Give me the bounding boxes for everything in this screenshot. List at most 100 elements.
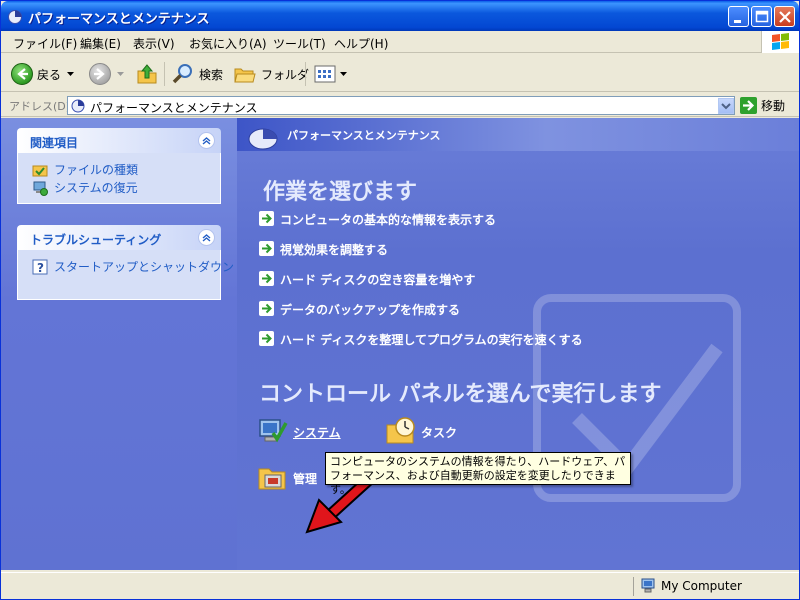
menu-edit[interactable]: 編集(E) [80, 35, 121, 52]
cp-system[interactable]: システム [257, 415, 367, 447]
menu-favorites[interactable]: お気に入り(A) [189, 35, 267, 52]
chevron-down-icon [721, 103, 731, 110]
toolbar-separator [164, 62, 165, 86]
toolbar-separator [305, 62, 306, 86]
go-arrow-icon [740, 97, 757, 114]
windows-flag-icon [772, 33, 789, 50]
search-label: 検索 [199, 67, 224, 82]
related-topics-body: ファイルの種類 システムの復元 [17, 153, 221, 204]
maximize-button[interactable] [751, 6, 772, 27]
file-types-icon [32, 165, 48, 177]
system-tooltip: コンピュータのシステムの情報を得たり、ハードウェア、パフォーマンス、および自動更… [325, 452, 631, 496]
cp-scheduled-tasks[interactable]: タスク [385, 415, 495, 447]
views-icon [314, 65, 336, 83]
performance-icon [248, 128, 278, 150]
task-arrow-icon [259, 301, 274, 316]
close-button[interactable] [774, 6, 795, 27]
minimize-button[interactable] [728, 6, 749, 27]
address-input[interactable]: パフォーマンスとメンテナンス [67, 96, 735, 115]
go-button[interactable]: 移動 [740, 97, 785, 114]
troubleshooting-body: ? スタートアップとシャットダウン [17, 250, 234, 300]
banner-title: パフォーマンスとメンテナンス [287, 129, 441, 142]
go-label: 移動 [761, 99, 786, 113]
dropdown-arrow-icon [340, 71, 347, 76]
menu-view[interactable]: 表示(V) [133, 35, 175, 52]
sidebar-item-system-restore[interactable]: システムの復元 [18, 179, 220, 197]
scheduled-tasks-icon [386, 417, 415, 444]
dropdown-arrow-icon [117, 71, 124, 76]
troubleshooting-header[interactable]: トラブルシューティング [17, 225, 221, 250]
back-button[interactable]: 戻る [11, 62, 75, 86]
address-value: パフォーマンスとメンテナンス [90, 101, 258, 115]
address-label: アドレス(D) [9, 100, 71, 113]
close-icon [779, 11, 791, 23]
sidebar-item-label: スタートアップとシャットダウン [54, 260, 235, 274]
task-label: データのバックアップを作成する [280, 303, 461, 317]
troubleshooting-title: トラブルシューティング [30, 233, 162, 247]
content-area: 関連項目 ファイルの種類 システムの復元 トラブルシューティング ? スタートア… [1, 118, 799, 570]
menu-file[interactable]: ファイル(F) [13, 35, 77, 52]
folders-icon [234, 68, 256, 83]
folders-label: フォルダ [261, 67, 310, 82]
status-divider [633, 577, 634, 596]
system-icon [259, 419, 288, 443]
maximize-icon [755, 10, 769, 23]
views-button[interactable] [313, 62, 347, 86]
window-title: パフォーマンスとメンテナンス [28, 12, 210, 27]
task-arrow-icon [259, 271, 274, 286]
related-topics-header[interactable]: 関連項目 [17, 128, 221, 153]
sidebar-item-label: システムの復元 [54, 181, 138, 195]
troubleshooting-panel: トラブルシューティング ? スタートアップとシャットダウン [17, 225, 234, 300]
left-task-pane: 関連項目 ファイルの種類 システムの復元 トラブルシューティング ? スタートア… [1, 118, 237, 570]
back-label: 戻る [37, 67, 62, 82]
pick-control-panel-heading: コントロール パネルを選んで実行します [259, 382, 662, 407]
cp-label: システム [293, 426, 341, 440]
back-arrow-icon [11, 63, 33, 85]
collapse-button[interactable] [198, 132, 215, 149]
status-bar: My Computer [1, 572, 799, 599]
performance-icon [8, 10, 22, 24]
forward-button[interactable] [89, 62, 124, 86]
svg-text:?: ? [37, 261, 44, 275]
search-icon [172, 64, 192, 84]
task-label: ハード ディスクの空き容量を増やす [280, 273, 476, 287]
sidebar-item-startup-shutdown[interactable]: ? スタートアップとシャットダウン [18, 258, 234, 276]
task-label: 視覚効果を調整する [280, 243, 389, 257]
sidebar-item-file-types[interactable]: ファイルの種類 [18, 161, 220, 179]
up-folder-button[interactable] [135, 62, 159, 86]
task-arrow-icon [259, 211, 274, 226]
status-zone: My Computer [661, 579, 742, 593]
address-bar: アドレス(D) パフォーマンスとメンテナンス 移動 [1, 93, 799, 117]
windows-logo [761, 31, 799, 53]
cp-label: タスク [421, 426, 458, 440]
dropdown-arrow-icon [67, 71, 75, 76]
menu-bar: ファイル(F) 編集(E) 表示(V) お気に入り(A) ツール(T) ヘルプ(… [1, 31, 799, 53]
my-computer-icon [641, 578, 655, 593]
task-label: コンピュータの基本的な情報を表示する [280, 213, 497, 227]
title-bar[interactable]: パフォーマンスとメンテナンス [1, 1, 799, 31]
related-topics-title: 関連項目 [30, 136, 79, 150]
pick-task-heading: 作業を選びます [263, 180, 418, 205]
help-icon: ? [32, 259, 48, 275]
forward-arrow-icon [89, 63, 111, 85]
task-label: ハード ディスクを整理してプログラムの実行を速くする [280, 333, 583, 347]
up-folder-icon [137, 64, 157, 84]
explorer-window: パフォーマンスとメンテナンス ファイル(F) 編集(E) 表示(V) お気に入り… [0, 0, 800, 600]
collapse-button[interactable] [198, 229, 215, 246]
task-arrow-icon [259, 331, 274, 346]
minimize-icon [734, 20, 741, 23]
address-dropdown-button[interactable] [718, 98, 734, 114]
menu-tools[interactable]: ツール(T) [273, 35, 326, 52]
chevron-up-icon [202, 137, 211, 145]
toolbar: 戻る 検索 フォルダ [1, 54, 799, 92]
sidebar-item-label: ファイルの種類 [54, 163, 139, 177]
search-button[interactable]: 検索 [171, 62, 223, 86]
performance-icon [71, 99, 85, 113]
menu-help[interactable]: ヘルプ(H) [334, 35, 388, 52]
administrative-tools-icon [258, 468, 286, 490]
task-arrow-icon [259, 241, 274, 256]
system-restore-icon [33, 181, 48, 196]
folders-button[interactable]: フォルダ [233, 62, 309, 86]
chevron-up-icon [202, 234, 211, 242]
category-banner: パフォーマンスとメンテナンス [237, 118, 799, 151]
